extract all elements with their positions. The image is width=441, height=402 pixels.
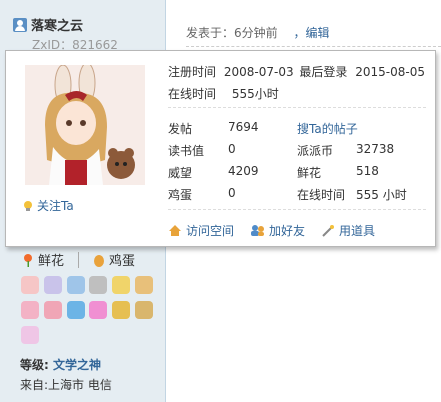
post-meta: 发表于：6分钟前 ，编辑 <box>186 24 329 41</box>
stat-label: 在线时间 <box>297 188 346 202</box>
online-row: 在线时间 555小时 <box>168 85 279 102</box>
stat-value: 0 <box>228 142 236 156</box>
level-label: 等级: <box>20 358 49 372</box>
medal-icon[interactable] <box>66 276 85 294</box>
username[interactable]: 落寒之云 <box>31 15 83 34</box>
divider <box>186 46 441 47</box>
flower-icon <box>24 253 32 267</box>
egg-icon <box>94 254 105 267</box>
medal-icon[interactable] <box>66 301 85 319</box>
flower-button[interactable]: 鲜花 <box>22 250 64 269</box>
stat-value: 4209 <box>228 164 259 178</box>
medal-icon[interactable] <box>112 276 131 294</box>
username-row[interactable]: 落寒之云 <box>13 15 83 34</box>
user-location: 来自:上海市 电信 <box>20 378 112 392</box>
add-friend-button[interactable]: 加好友 <box>250 222 305 239</box>
visit-space-button[interactable]: 访问空间 <box>168 222 234 239</box>
stat-label: 派派币 <box>297 144 334 158</box>
flower-egg-bar: 鲜花 鸡蛋 <box>22 250 135 269</box>
online-label: 在线时间 <box>168 87 217 101</box>
stat-value: 0 <box>228 186 236 200</box>
avatar-illustration <box>25 65 145 185</box>
home-icon <box>169 225 181 236</box>
medal-icon[interactable] <box>21 326 39 344</box>
stat-value: 7694 <box>228 120 259 134</box>
stat-value: 32738 <box>356 142 395 156</box>
medal-icon[interactable] <box>112 301 131 319</box>
reg-value: 2008-07-03 <box>223 65 294 79</box>
medal-icon[interactable] <box>21 301 39 319</box>
follow-button[interactable]: 关注Ta <box>23 197 74 214</box>
divider <box>168 107 426 108</box>
egg-label: 鸡蛋 <box>109 254 136 269</box>
visit-space-label: 访问空间 <box>186 224 235 238</box>
user-icon <box>13 17 27 32</box>
last-login-label: 最后登录 <box>299 65 348 79</box>
reg-label: 注册时间 <box>168 65 217 79</box>
use-item-button[interactable]: 用道具 <box>321 222 375 239</box>
user-profile-popup: 关注Ta 注册时间 2008-07-03 最后登录 2015-08-05 在线时… <box>5 50 436 247</box>
medal-icon[interactable] <box>89 301 108 319</box>
stat-label: 发帖 <box>168 122 193 136</box>
flower-label: 鲜花 <box>38 254 65 269</box>
stat-label: 读书值 <box>168 144 205 158</box>
divider <box>168 209 426 210</box>
stat-value: 518 <box>356 164 379 178</box>
user-level: 等级: 文学之神 <box>20 356 101 373</box>
bulb-icon <box>24 200 32 211</box>
medal-icon[interactable] <box>21 276 39 294</box>
medal-icon[interactable] <box>43 276 62 294</box>
posted-time: 发表于：6分钟前 <box>186 26 278 40</box>
action-bar: 访问空间 加好友 用道具 <box>168 222 375 239</box>
avatar[interactable] <box>25 65 145 185</box>
separator <box>78 251 80 268</box>
last-login-value: 2015-08-05 <box>355 65 426 79</box>
reg-row: 注册时间 2008-07-03 最后登录 2015-08-05 <box>168 63 425 80</box>
search-posts-link[interactable]: 搜Ta的帖子 <box>297 120 358 137</box>
stat-label: 威望 <box>168 166 193 180</box>
medal-icon[interactable] <box>135 301 154 319</box>
edit-link[interactable]: ，编辑 <box>293 26 329 40</box>
medal-icon[interactable] <box>135 276 154 294</box>
add-friend-label: 加好友 <box>269 224 306 238</box>
medal-list <box>21 276 161 351</box>
medal-icon[interactable] <box>89 276 108 294</box>
medal-icon[interactable] <box>43 301 62 319</box>
add-friend-icon <box>251 225 265 236</box>
use-item-label: 用道具 <box>339 224 376 238</box>
stat-value: 555 小时 <box>356 188 407 202</box>
wand-icon <box>322 225 335 237</box>
online-value: 555小时 <box>231 87 279 101</box>
egg-button[interactable]: 鸡蛋 <box>93 250 135 269</box>
stat-label: 鸡蛋 <box>168 188 193 202</box>
stat-label: 鲜花 <box>297 166 322 180</box>
level-value[interactable]: 文学之神 <box>53 358 101 372</box>
follow-label: 关注Ta <box>37 199 74 213</box>
